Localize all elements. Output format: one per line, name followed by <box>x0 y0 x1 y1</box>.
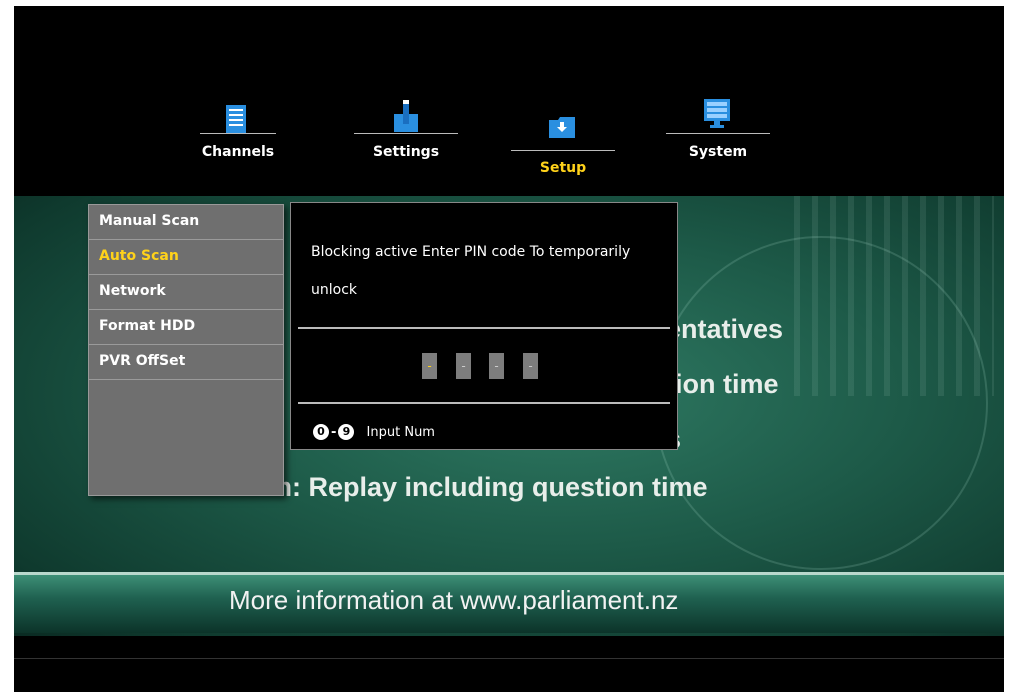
menu-item-pvr-offset[interactable]: PVR OffSet <box>89 345 283 380</box>
hint-separator: - <box>331 424 337 440</box>
tab-underline <box>511 150 615 151</box>
broadcast-text-line2: tion time <box>666 369 779 399</box>
pin-digit-2[interactable]: - <box>456 353 471 379</box>
pin-digit-4[interactable]: - <box>523 353 538 379</box>
tab-underline <box>200 133 276 134</box>
tab-channels[interactable]: Channels <box>200 104 276 164</box>
tab-settings[interactable]: Settings <box>354 100 458 164</box>
setup-submenu: Manual Scan Auto Scan Network Format HDD… <box>88 204 284 496</box>
divider <box>14 658 1004 659</box>
channels-icon <box>226 105 246 133</box>
broadcast-text-line1: entatives <box>666 314 784 344</box>
tab-setup[interactable]: Setup <box>511 114 615 178</box>
menu-item-label: PVR OffSet <box>99 353 186 369</box>
pin-dialog: Blocking active Enter PIN code To tempor… <box>290 202 678 450</box>
setup-icon <box>549 117 575 138</box>
tab-underline <box>666 133 770 134</box>
hint-label: Input Num <box>366 424 435 440</box>
input-hint: 0-9 Input Num <box>313 424 435 440</box>
menu-item-label: Network <box>99 283 166 299</box>
tab-label: Settings <box>372 144 440 160</box>
tab-label: Setup <box>539 160 587 176</box>
broadcast-text-line4: m: Replay including question time <box>268 472 708 502</box>
tab-system[interactable]: System <box>666 98 770 164</box>
tv-screen: entatives tion time s m: Replay includin… <box>14 6 1004 692</box>
pin-digit-1[interactable]: - <box>422 353 437 379</box>
menu-item-network[interactable]: Network <box>89 275 283 310</box>
divider <box>298 327 670 329</box>
menu-item-label: Auto Scan <box>99 248 179 264</box>
number-9-icon: 9 <box>338 424 355 440</box>
menu-item-label: Format HDD <box>99 318 196 334</box>
menu-item-label: Manual Scan <box>99 213 200 229</box>
tab-label: Channels <box>201 144 275 160</box>
menu-item-format-hdd[interactable]: Format HDD <box>89 310 283 345</box>
broadcast-footer-text: More information at www.parliament.nz <box>229 585 679 615</box>
tab-underline <box>354 133 458 134</box>
system-icon <box>704 99 730 128</box>
divider <box>298 402 670 404</box>
settings-icon <box>394 100 418 132</box>
pin-dialog-message: Blocking active Enter PIN code To tempor… <box>311 244 631 298</box>
menu-item-auto-scan[interactable]: Auto Scan <box>89 240 283 275</box>
tab-label: System <box>688 144 748 160</box>
menu-item-manual-scan[interactable]: Manual Scan <box>89 205 283 240</box>
pin-digit-3[interactable]: - <box>489 353 504 379</box>
number-0-icon: 0 <box>313 424 329 440</box>
